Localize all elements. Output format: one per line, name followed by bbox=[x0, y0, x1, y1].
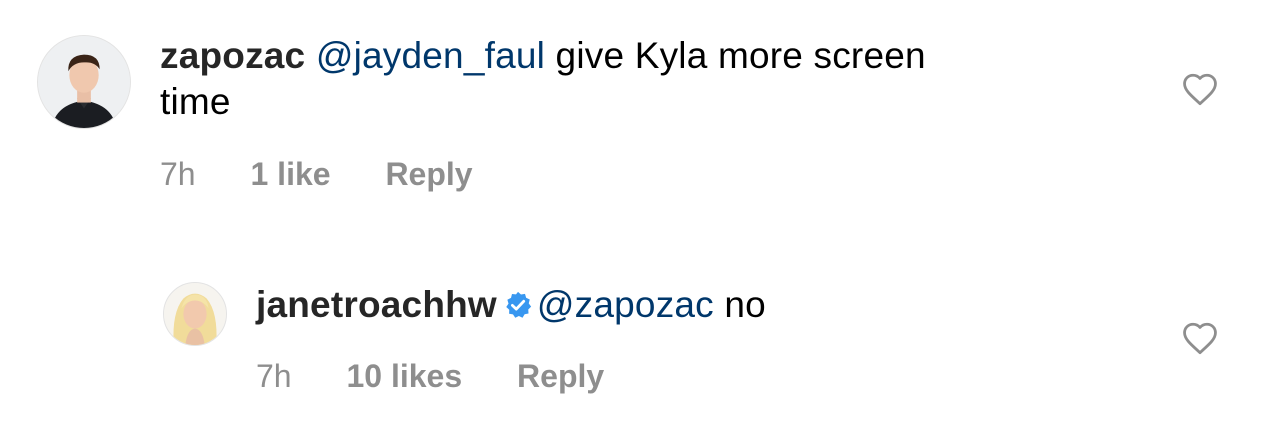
profile-photo-man bbox=[38, 36, 130, 128]
comment: zapozac @jayden_faul give Kyla more scre… bbox=[0, 0, 1284, 210]
reply-button[interactable]: Reply bbox=[385, 154, 472, 194]
heart-outline-icon[interactable] bbox=[1181, 321, 1219, 355]
avatar[interactable] bbox=[37, 35, 131, 129]
comment-body: give Kyla more screen bbox=[545, 35, 926, 76]
heart-outline-icon[interactable] bbox=[1181, 72, 1219, 106]
mention-link[interactable]: @jayden_faul bbox=[316, 35, 545, 76]
profile-photo-woman bbox=[164, 283, 226, 345]
timestamp: 7h bbox=[160, 156, 196, 192]
comment-meta: 7h 1 like Reply bbox=[160, 154, 473, 194]
reply-comment: janetroachhw @zapozac no 7h 10 likes Rep… bbox=[0, 260, 1284, 424]
comment-body: no bbox=[713, 284, 766, 325]
mention-link[interactable]: @zapozac bbox=[537, 284, 714, 325]
username[interactable]: janetroachhw bbox=[256, 284, 497, 325]
comment-text: janetroachhw @zapozac no bbox=[256, 282, 1156, 328]
verified-badge-icon bbox=[506, 291, 532, 318]
comment-body-continued: time bbox=[160, 81, 231, 122]
comment-text: zapozac @jayden_faul give Kyla more scre… bbox=[160, 33, 1120, 125]
comment-meta: 7h 10 likes Reply bbox=[256, 356, 604, 396]
likes-count[interactable]: 10 likes bbox=[346, 356, 462, 396]
avatar[interactable] bbox=[163, 282, 227, 346]
reply-button[interactable]: Reply bbox=[517, 356, 604, 396]
timestamp: 7h bbox=[256, 358, 292, 394]
likes-count[interactable]: 1 like bbox=[250, 154, 330, 194]
username[interactable]: zapozac bbox=[160, 35, 305, 76]
